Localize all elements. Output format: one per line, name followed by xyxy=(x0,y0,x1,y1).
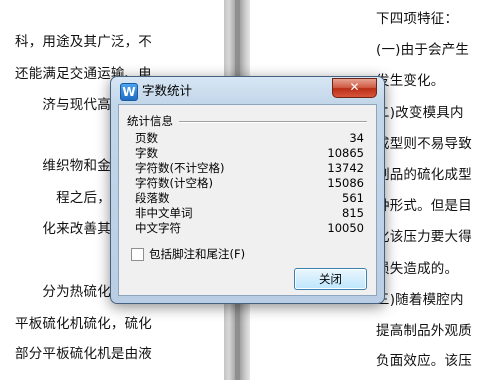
doc-line: 损失造成的。 xyxy=(376,261,459,277)
doc-line: 平板硫化机硫化，硫化 xyxy=(15,316,152,332)
section-label: 统计信息 xyxy=(127,114,173,128)
doc-line: 科，用途及其广泛，不 xyxy=(15,34,152,50)
stat-row: 非中文单词 815 xyxy=(135,206,364,221)
stat-label: 中文字符 xyxy=(135,221,181,235)
stat-value: 15086 xyxy=(327,176,364,190)
doc-line: (一)由于会产生 xyxy=(376,42,470,58)
stat-value: 561 xyxy=(342,191,364,205)
stat-label: 段落数 xyxy=(135,191,170,205)
dialog-body: 统计信息 页数 34 字数 10865 字符数(不计空格) 13742 字符数(计空格… xyxy=(118,104,377,296)
doc-line: 下四项特征： xyxy=(376,11,459,27)
section-divider xyxy=(179,121,367,123)
statistics-list: 页数 34 字数 10865 字符数(不计空格) 13742 字符数(计空格) 1508… xyxy=(135,131,364,236)
include-footnotes-label[interactable]: 包括脚注和尾注(F) xyxy=(149,247,245,261)
stat-value: 34 xyxy=(349,131,364,145)
doc-line: 制品的硫化成型 xyxy=(376,167,472,183)
wps-writer-icon: W xyxy=(120,83,138,101)
stat-value: 10865 xyxy=(327,146,364,160)
doc-line: 负面效应。该压 xyxy=(376,353,472,369)
doc-line: 种形式。但是目 xyxy=(376,198,472,214)
dialog-title: 字数统计 xyxy=(142,83,193,98)
close-icon[interactable]: ✕ xyxy=(332,78,377,98)
stat-row: 字符数(不计空格) 13742 xyxy=(135,161,364,176)
stat-row: 段落数 561 xyxy=(135,191,364,206)
include-footnotes-checkbox[interactable] xyxy=(131,248,144,261)
dialog-titlebar[interactable]: W 字数统计 ✕ xyxy=(111,77,384,104)
stat-label: 非中文单词 xyxy=(135,206,193,220)
doc-line: 化该压力要大得 xyxy=(376,229,472,245)
doc-line: 二)改变模具内 xyxy=(376,105,464,121)
doc-line: 提高制品外观质 xyxy=(376,323,472,339)
stat-label: 字符数(不计空格) xyxy=(135,161,225,175)
doc-line: 三)随着模腔内 xyxy=(376,292,464,308)
doc-line: 成型则不易导致 xyxy=(376,136,472,152)
doc-line: 发生变化。 xyxy=(376,73,445,89)
stat-label: 页数 xyxy=(135,131,158,145)
stat-label: 字符数(计空格) xyxy=(135,176,213,190)
close-button[interactable]: 关闭 xyxy=(294,268,367,290)
stat-row: 中文字符 10050 xyxy=(135,221,364,236)
stat-value: 13742 xyxy=(327,161,364,175)
stat-row: 字数 10865 xyxy=(135,146,364,161)
stat-value: 10050 xyxy=(327,221,364,235)
stat-row: 字符数(计空格) 15086 xyxy=(135,176,364,191)
stat-label: 字数 xyxy=(135,146,158,160)
stat-value: 815 xyxy=(342,206,364,220)
doc-line: 部分平板硫化机是由液 xyxy=(15,346,152,362)
stat-row: 页数 34 xyxy=(135,131,364,146)
word-count-dialog: W 字数统计 ✕ 统计信息 页数 34 字数 10865 字符数(不计空格) 1374… xyxy=(110,76,385,304)
